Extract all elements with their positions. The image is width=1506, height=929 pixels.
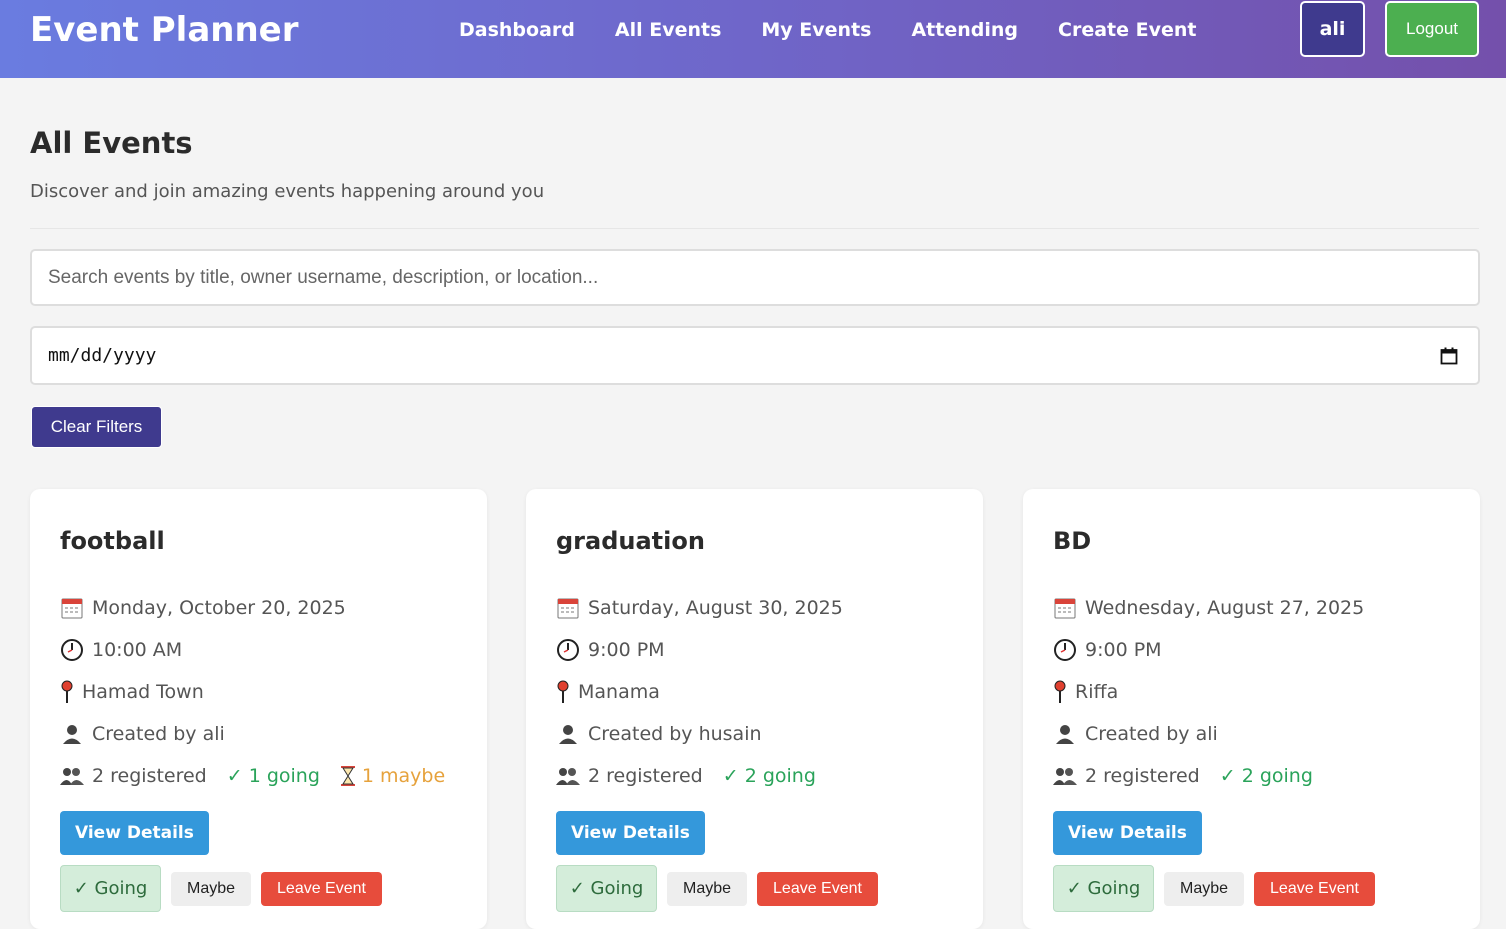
calendar-picker-icon[interactable] [1440,347,1458,365]
rsvp-actions: ✓ Going Maybe Leave Event [556,865,878,912]
calendar-icon [556,596,580,620]
view-details-button[interactable]: View Details [556,811,705,855]
event-location-text: Manama [578,681,660,703]
event-date-text: Saturday, August 30, 2025 [588,597,843,619]
search-input[interactable] [30,249,1480,306]
event-location: Manama [556,680,660,704]
page-subtitle: Discover and join amazing events happeni… [30,181,545,202]
event-title[interactable]: BD [1053,527,1091,555]
event-date-text: Wednesday, August 27, 2025 [1085,597,1365,619]
event-title[interactable]: graduation [556,527,705,555]
hourglass-icon [340,765,356,787]
event-location: Hamad Town [60,680,204,704]
user-icon [60,722,84,746]
event-time: 9:00 PM [556,638,665,662]
people-icon [60,764,84,788]
top-nav-bar: Event Planner Dashboard All Events My Ev… [0,0,1506,78]
people-icon [556,764,580,788]
rsvp-going-button[interactable]: ✓ Going [1053,865,1154,912]
event-creator-text: Created by husain [588,723,762,745]
maybe-count: 1 maybe [340,765,445,787]
event-time-text: 9:00 PM [588,639,665,661]
event-time: 9:00 PM [1053,638,1162,662]
user-icon [1053,722,1077,746]
registered-count: 2 registered [588,765,703,787]
rsvp-maybe-button[interactable]: Maybe [171,871,251,906]
event-attendance: 2 registered ✓ 2 going [1053,764,1313,788]
going-count: ✓ 2 going [722,765,816,787]
rsvp-going-button[interactable]: ✓ Going [556,865,657,912]
event-time: 10:00 AM [60,638,182,662]
event-date-text: Monday, October 20, 2025 [92,597,346,619]
event-creator: Created by husain [556,722,762,746]
page-title: All Events [30,126,193,160]
maybe-count-text: 1 maybe [361,765,446,787]
event-location: Riffa [1053,680,1118,704]
leave-event-button[interactable]: Leave Event [261,871,382,906]
people-icon [1053,764,1077,788]
event-attendance: 2 registered ✓ 2 going [556,764,816,788]
registered-count: 2 registered [1085,765,1200,787]
clock-icon [556,638,580,662]
event-creator-text: Created by ali [92,723,225,745]
nav-my-events[interactable]: My Events [761,18,871,42]
clock-icon [60,638,84,662]
pin-icon [556,680,570,704]
rsvp-actions: ✓ Going Maybe Leave Event [1053,865,1375,912]
pin-icon [60,680,74,704]
brand-title[interactable]: Event Planner [30,10,299,50]
event-time-text: 9:00 PM [1085,639,1162,661]
rsvp-maybe-button[interactable]: Maybe [1164,871,1244,906]
event-location-text: Hamad Town [82,681,204,703]
event-creator: Created by ali [1053,722,1218,746]
clock-icon [1053,638,1077,662]
view-details-button[interactable]: View Details [60,811,209,855]
nav-attending[interactable]: Attending [911,18,1018,42]
rsvp-actions: ✓ Going Maybe Leave Event [60,865,382,912]
nav-create-event[interactable]: Create Event [1058,18,1196,42]
logout-button[interactable]: Logout [1385,1,1479,57]
pin-icon [1053,680,1067,704]
registered-count: 2 registered [92,765,207,787]
calendar-icon [60,596,84,620]
event-date: Monday, October 20, 2025 [60,596,346,620]
main-nav: Dashboard All Events My Events Attending… [459,18,1236,42]
rsvp-maybe-button[interactable]: Maybe [667,871,747,906]
event-creator-text: Created by ali [1085,723,1218,745]
user-icon [556,722,580,746]
nav-all-events[interactable]: All Events [615,18,722,42]
event-title[interactable]: football [60,527,165,555]
leave-event-button[interactable]: Leave Event [1254,871,1375,906]
leave-event-button[interactable]: Leave Event [757,871,878,906]
event-location-text: Riffa [1075,681,1119,703]
nav-dashboard[interactable]: Dashboard [459,18,575,42]
rsvp-going-button[interactable]: ✓ Going [60,865,161,912]
event-attendance: 2 registered ✓ 1 going 1 maybe [60,764,445,788]
going-count: ✓ 1 going [226,765,320,787]
view-details-button[interactable]: View Details [1053,811,1202,855]
calendar-icon [1053,596,1077,620]
going-count: ✓ 2 going [1219,765,1313,787]
event-card: football Monday, October 20, 2025 10:00 … [30,489,487,929]
user-profile-button[interactable]: ali [1300,1,1365,57]
date-filter-value: mm/dd/yyyy [48,345,157,366]
header-divider [30,228,1479,229]
date-filter-input[interactable]: mm/dd/yyyy [30,326,1480,385]
event-card: BD Wednesday, August 27, 2025 9:00 PM Ri… [1023,489,1480,929]
event-creator: Created by ali [60,722,225,746]
event-date: Saturday, August 30, 2025 [556,596,843,620]
clear-filters-button[interactable]: Clear Filters [31,406,162,448]
event-card: graduation Saturday, August 30, 2025 9:0… [526,489,983,929]
event-time-text: 10:00 AM [92,639,183,661]
event-date: Wednesday, August 27, 2025 [1053,596,1364,620]
